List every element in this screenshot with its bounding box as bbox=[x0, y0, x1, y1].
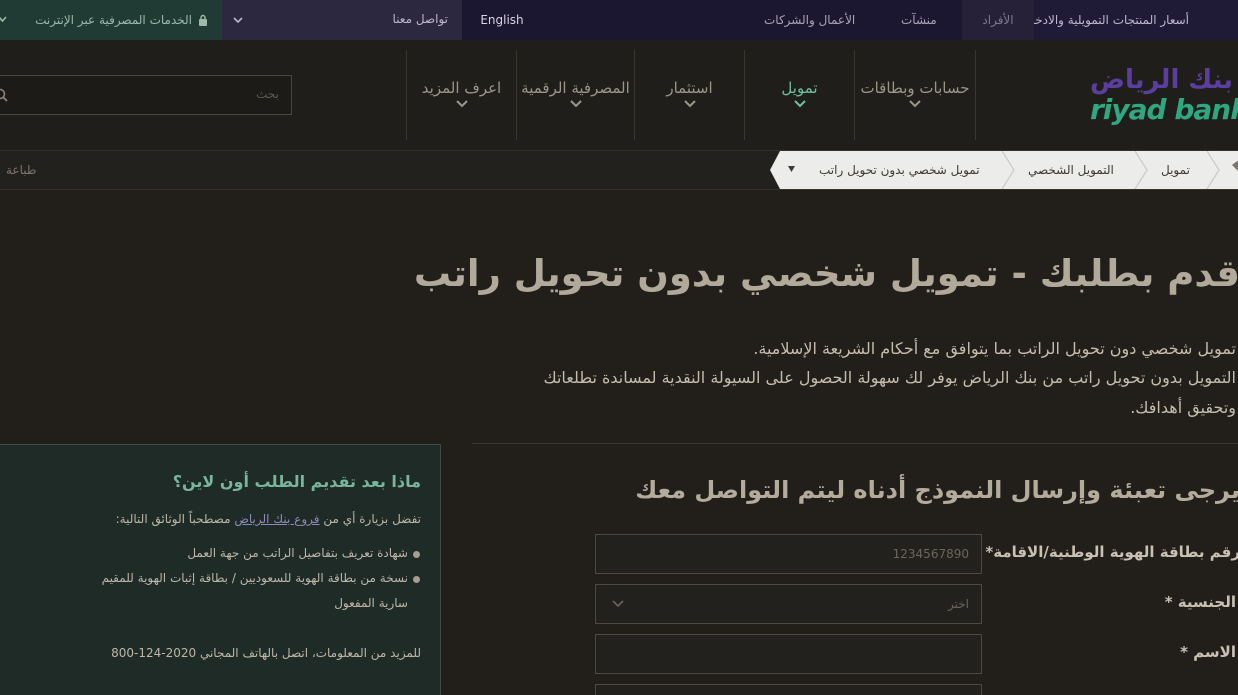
chevron-down-icon bbox=[569, 100, 582, 108]
lock-icon bbox=[199, 14, 207, 26]
online-banking-label: الخدمات المصرفية عبر الإنترنت bbox=[35, 13, 192, 27]
search-input[interactable]: بحث bbox=[0, 75, 292, 115]
breadcrumb-item-personal-finance[interactable]: التمويل الشخصي bbox=[1028, 163, 1114, 177]
online-banking-link[interactable]: الخدمات المصرفية عبر الإنترنت bbox=[0, 0, 222, 40]
bullet bbox=[413, 576, 420, 583]
chevron-down-icon bbox=[683, 100, 696, 108]
nav-label: تمويل bbox=[781, 79, 818, 97]
page-paragraph-line: تمويل شخصي دون تحويل الراتب بما يتوافق م… bbox=[753, 339, 1236, 358]
chevron-down-icon bbox=[793, 100, 806, 108]
nav-label: استثمار bbox=[666, 79, 713, 97]
page-paragraph-line: وتحقيق أهدافك. bbox=[1130, 398, 1236, 417]
nav-label: المصرفية الرقمية bbox=[521, 79, 630, 97]
breadcrumb-item-current: تمويل شخصي بدون تحويل راتب bbox=[819, 163, 980, 177]
nationality-label: الجنسية * bbox=[1164, 593, 1236, 611]
chevron-down-icon bbox=[612, 600, 624, 608]
chevron-down-icon bbox=[909, 100, 921, 108]
id-label: رقم بطاقة الهوية الوطنية/الاقامة* bbox=[985, 543, 1238, 561]
doc-item-id: نسخة من بطاقة الهوية للسعوديين / بطاقة إ… bbox=[101, 571, 408, 585]
logo-english: riyad bank bbox=[1090, 93, 1238, 126]
riyad-bank-logo[interactable]: بنك الرياض riyad bank bbox=[1088, 65, 1238, 135]
bullet bbox=[413, 551, 420, 558]
nav-learn-more[interactable]: اعرف المزيد bbox=[406, 50, 516, 140]
chevron-down-icon bbox=[233, 17, 243, 24]
tab-business[interactable]: الأعمال والشركات bbox=[764, 0, 855, 40]
form-heading: يرجى تعبئة وإرسال النموذج أدناه ليتم الت… bbox=[635, 476, 1238, 504]
nav-finance[interactable]: تمويل bbox=[744, 50, 854, 140]
info-box-title: ماذا بعد تقديم الطلب أون لاين؟ bbox=[172, 472, 421, 491]
nationality-value: اختر bbox=[948, 597, 969, 611]
contact-label: تواصل معنا bbox=[392, 12, 448, 26]
tab-individuals[interactable]: الأفراد bbox=[962, 0, 1034, 40]
intro-text: تفضل بزيارة أي من bbox=[323, 512, 421, 526]
branches-link[interactable]: فروع بنك الرياض bbox=[234, 512, 319, 526]
search-icon[interactable] bbox=[0, 88, 8, 102]
next-field[interactable] bbox=[595, 684, 982, 695]
chevron-down-icon bbox=[455, 100, 468, 108]
nav-label: اعرف المزيد bbox=[421, 79, 502, 97]
search-placeholder: بحث bbox=[256, 87, 279, 101]
tab-sme[interactable]: منشآت bbox=[901, 0, 937, 40]
intro-text: مصطحباً الوثائق التالية: bbox=[115, 512, 231, 526]
contact-phone-line: للمزيد من المعلومات، اتصل بالهاتف المجان… bbox=[111, 646, 421, 660]
nav-accounts-cards[interactable]: حسابات وبطاقات bbox=[854, 50, 976, 140]
doc-item-salary: شهادة تعريف بتفاصيل الراتب من جهة العمل bbox=[187, 546, 408, 560]
info-box-intro: تفضل بزيارة أي من فروع بنك الرياض مصطحبا… bbox=[116, 512, 421, 526]
language-switch[interactable]: English bbox=[462, 0, 542, 40]
rates-link[interactable]: أسعار المنتجات التمويلية والادخارية bbox=[1034, 0, 1238, 40]
name-label: الاسم * bbox=[1180, 643, 1236, 661]
breadcrumb-item-finance[interactable]: تمويل bbox=[1161, 163, 1190, 177]
chevron-down-icon[interactable] bbox=[0, 15, 7, 24]
rates-label: أسعار المنتجات التمويلية والادخارية bbox=[1034, 13, 1190, 27]
print-link[interactable]: طباعة bbox=[6, 163, 36, 177]
nav-investment[interactable]: استثمار bbox=[634, 50, 744, 140]
contact-dropdown[interactable]: تواصل معنا bbox=[222, 0, 462, 40]
name-field[interactable] bbox=[595, 634, 982, 674]
doc-item-id-cont: سارية المفعول bbox=[334, 596, 408, 610]
section-divider bbox=[472, 443, 1238, 444]
page-title: قدم بطلبك - تمويل شخصي بدون تحويل راتب bbox=[413, 252, 1238, 295]
id-number-field[interactable]: 1234567890 bbox=[595, 534, 982, 574]
nav-digital-banking[interactable]: المصرفية الرقمية bbox=[516, 50, 634, 140]
page-paragraph-line: التمويل بدون تحويل راتب من بنك الرياض يو… bbox=[543, 368, 1236, 387]
logo-arabic: بنك الرياض bbox=[1090, 65, 1233, 95]
nav-label: حسابات وبطاقات bbox=[860, 79, 970, 97]
id-number-value: 1234567890 bbox=[892, 547, 969, 561]
nationality-select[interactable]: اختر bbox=[595, 584, 982, 624]
